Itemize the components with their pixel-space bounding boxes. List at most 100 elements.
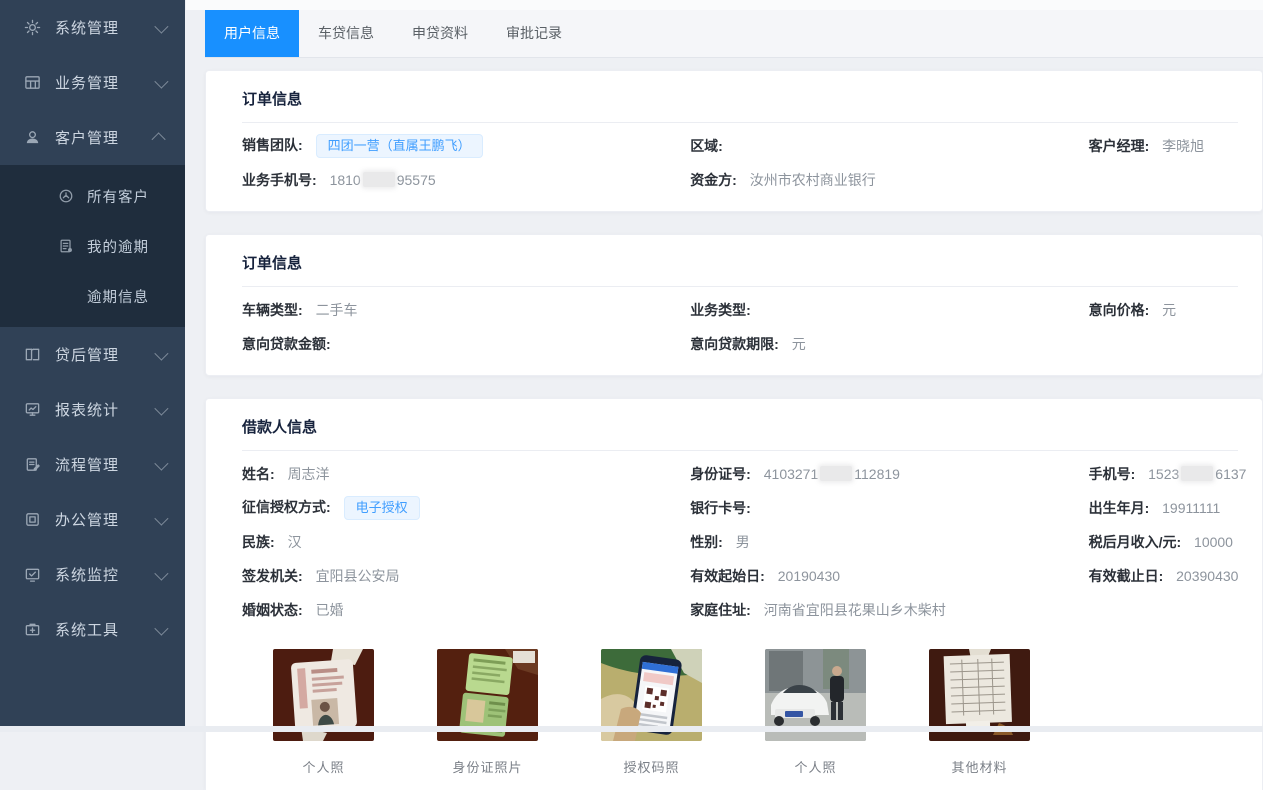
field-home-address: 家庭住址: 河南省宜阳县花果山乡木柴村 xyxy=(690,600,1088,620)
sidebar-item-label: 系统工具 xyxy=(55,619,155,640)
sidebar-item-process-management[interactable]: 流程管理 xyxy=(0,437,185,492)
field-label: 出生年月: xyxy=(1089,500,1150,516)
field-loan-amount: 意向贷款金额: xyxy=(242,334,690,354)
card-title: 订单信息 xyxy=(242,235,1238,287)
field-row: 意向贷款金额: 意向贷款期限: 元 xyxy=(242,327,1238,361)
field-label: 婚姻状态: xyxy=(242,602,303,618)
field-funder: 资金方: 汝州市农村商业银行 xyxy=(690,170,1088,190)
field-sales-team: 销售团队: 四团一营（直属王鹏飞） xyxy=(242,134,690,158)
field-row: 业务手机号: 1810 95575 资金方: 汝州市农村商业银行 xyxy=(242,163,1238,197)
sidebar: 系统管理 业务管理 客户管理 所有客户 xyxy=(0,0,185,726)
sidebar-item-all-customers[interactable]: 所有客户 xyxy=(0,171,185,221)
sidebar-item-postloan-management[interactable]: 贷后管理 xyxy=(0,327,185,382)
field-label: 有效截止日: xyxy=(1089,568,1164,584)
sidebar-item-my-overdue[interactable]: 我的逾期 xyxy=(0,221,185,271)
field-label: 业务类型: xyxy=(690,302,751,318)
credit-auth-tag[interactable]: 电子授权 xyxy=(344,496,420,520)
monitor-check-icon xyxy=(24,566,41,583)
sales-team-tag[interactable]: 四团一营（直属王鹏飞） xyxy=(316,134,483,158)
sidebar-item-label: 系统管理 xyxy=(55,17,155,38)
photo-paper-document[interactable]: 其他材料 xyxy=(929,649,1030,776)
sidebar-item-label: 流程管理 xyxy=(55,454,155,475)
sidebar-item-system-management[interactable]: 系统管理 xyxy=(0,0,185,55)
field-account-manager: 客户经理: 李晓旭 xyxy=(1089,136,1238,156)
tab-loan-application-docs[interactable]: 申贷资料 xyxy=(393,10,487,57)
field-value: 20390430 xyxy=(1176,568,1238,584)
grid-icon xyxy=(24,74,41,91)
field-value: 1810 xyxy=(330,172,361,188)
redaction-blur xyxy=(1181,466,1213,481)
field-region: 区域: xyxy=(690,136,1088,156)
chevron-down-icon xyxy=(154,401,168,415)
sidebar-item-overdue-info[interactable]: 逾期信息 xyxy=(0,271,185,321)
field-label: 民族: xyxy=(242,534,275,550)
field-label: 意向价格: xyxy=(1089,302,1150,318)
field-label: 区域: xyxy=(690,138,723,154)
field-value: 已婚 xyxy=(316,602,344,618)
chevron-down-icon xyxy=(154,621,168,635)
field-label: 签发机关: xyxy=(242,568,303,584)
field-value: 河南省宜阳县花果山乡木柴村 xyxy=(764,602,946,618)
sidebar-item-label: 系统监控 xyxy=(55,564,155,585)
tab-car-loan-info[interactable]: 车贷信息 xyxy=(299,10,393,57)
field-row: 销售团队: 四团一营（直属王鹏飞） 区域: 客户经理: 李晓旭 xyxy=(242,129,1238,163)
sidebar-item-system-monitor[interactable]: 系统监控 xyxy=(0,547,185,602)
field-vehicle-type: 车辆类型: 二手车 xyxy=(242,300,690,320)
order-info-card: 订单信息 销售团队: 四团一营（直属王鹏飞） 区域: 客户经理: 李晓旭 业务手… xyxy=(205,70,1263,212)
sidebar-item-business-management[interactable]: 业务管理 xyxy=(0,55,185,110)
field-value: 95575 xyxy=(397,172,436,188)
field-label: 银行卡号: xyxy=(690,500,751,516)
field-birth: 出生年月: 19911111 xyxy=(1089,498,1238,518)
field-value: 二手车 xyxy=(316,302,358,318)
sidebar-item-label: 业务管理 xyxy=(55,72,155,93)
sidebar-item-label: 办公管理 xyxy=(55,509,155,530)
tab-user-info[interactable]: 用户信息 xyxy=(205,10,299,57)
clipboard-icon xyxy=(24,456,41,473)
field-row: 征信授权方式: 电子授权 银行卡号: 出生年月: 19911111 xyxy=(242,491,1238,525)
field-label: 征信授权方式: xyxy=(242,499,331,515)
field-value: 宜阳县公安局 xyxy=(316,568,400,584)
monitor-icon xyxy=(24,401,41,418)
field-row: 婚姻状态: 已婚 家庭住址: 河南省宜阳县花果山乡木柴村 xyxy=(242,593,1238,627)
sidebar-item-customer-management[interactable]: 客户管理 xyxy=(0,110,185,165)
field-label: 车辆类型: xyxy=(242,302,303,318)
main-content: 用户信息 车贷信息 申贷资料 审批记录 订单信息 销售团队: 四团一营（直属王鹏… xyxy=(186,0,1263,726)
field-value: 男 xyxy=(736,534,750,550)
sidebar-item-label: 客户管理 xyxy=(55,127,155,148)
photo-green-booklet[interactable]: 身份证照片 xyxy=(437,649,538,776)
gear-icon xyxy=(24,19,41,36)
field-bank-card: 银行卡号: xyxy=(690,498,1088,518)
sidebar-item-system-tools[interactable]: 系统工具 xyxy=(0,602,185,657)
field-valid-from: 有效起始日: 20190430 xyxy=(690,566,1088,586)
compass-icon xyxy=(58,188,74,204)
field-name: 姓名: 周志洋 xyxy=(242,464,690,484)
chevron-down-icon xyxy=(154,346,168,360)
tab-approval-records[interactable]: 审批记录 xyxy=(487,10,581,57)
photo-person-with-car[interactable]: 个人照 xyxy=(765,649,866,776)
field-label: 业务手机号: xyxy=(242,172,317,188)
photo-phone-qr[interactable]: 授权码照 xyxy=(601,649,702,776)
field-label: 意向贷款期限: xyxy=(690,336,779,352)
sidebar-item-label: 报表统计 xyxy=(55,399,155,420)
book-icon xyxy=(24,346,41,363)
toolbox-icon xyxy=(24,621,41,638)
notebook-icon xyxy=(58,238,74,254)
field-label: 身份证号: xyxy=(690,466,751,482)
field-value: 20190430 xyxy=(778,568,840,584)
archive-icon xyxy=(24,511,41,528)
bottom-strip xyxy=(0,726,1263,732)
card-title: 借款人信息 xyxy=(242,399,1238,451)
field-label: 税后月收入/元: xyxy=(1089,534,1182,550)
field-intent-price: 意向价格: 元 xyxy=(1089,300,1238,320)
sidebar-item-office-management[interactable]: 办公管理 xyxy=(0,492,185,547)
field-value: 6137 xyxy=(1215,466,1246,482)
field-value: 1523 xyxy=(1148,466,1179,482)
loan-intent-card: 订单信息 车辆类型: 二手车 业务类型: 意向价格: 元 意向贷款金额: 意向贷… xyxy=(205,234,1263,376)
sidebar-item-report-statistics[interactable]: 报表统计 xyxy=(0,382,185,437)
field-credit-auth: 征信授权方式: 电子授权 xyxy=(242,496,690,520)
photo-id-card[interactable]: 个人照 xyxy=(273,649,374,776)
field-label: 意向贷款金额: xyxy=(242,336,331,352)
field-label: 手机号: xyxy=(1089,466,1136,482)
field-row: 签发机关: 宜阳县公安局 有效起始日: 20190430 有效截止日: 2039… xyxy=(242,559,1238,593)
field-label: 客户经理: xyxy=(1089,138,1150,154)
